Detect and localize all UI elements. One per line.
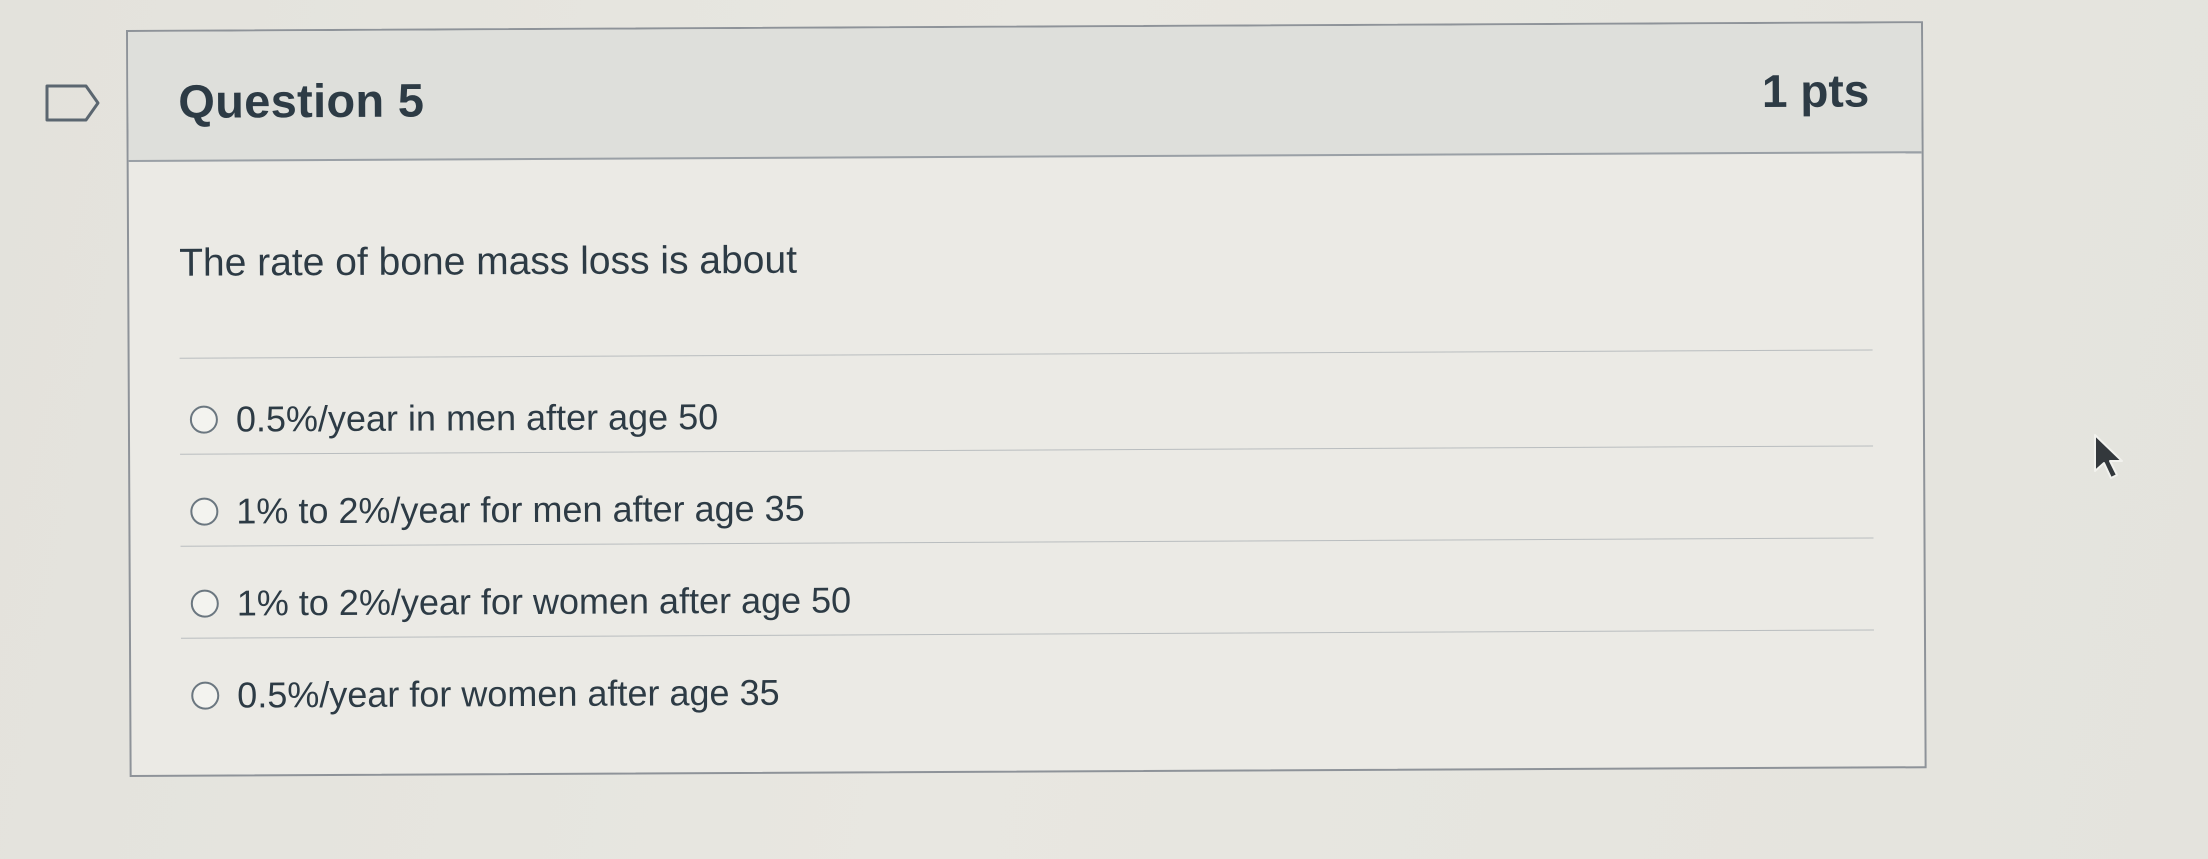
radio-empty-icon[interactable] xyxy=(191,681,220,710)
question-header: Question 5 1 pts xyxy=(128,23,1922,162)
answer-option-2[interactable]: 1% to 2%/year for men after age 35 xyxy=(190,479,805,542)
answer-option-3[interactable]: 1% to 2%/year for women after age 50 xyxy=(190,570,852,633)
answer-option-1[interactable]: 0.5%/year in men after age 50 xyxy=(189,387,719,450)
radio-empty-icon[interactable] xyxy=(190,497,219,526)
question-divider xyxy=(179,349,1873,359)
flag-question-icon[interactable] xyxy=(44,83,102,123)
radio-empty-icon[interactable] xyxy=(189,405,218,434)
question-text: The rate of bone mass loss is about xyxy=(179,238,798,285)
question-card: Question 5 1 pts The rate of bone mass l… xyxy=(126,21,1927,777)
answer-label: 1% to 2%/year for men after age 35 xyxy=(236,487,805,532)
answer-label: 1% to 2%/year for women after age 50 xyxy=(236,579,852,624)
mouse-pointer-icon xyxy=(2094,434,2123,479)
answer-label: 0.5%/year for women after age 35 xyxy=(237,671,780,716)
answer-label: 0.5%/year in men after age 50 xyxy=(235,396,719,440)
question-title: Question 5 xyxy=(178,73,425,128)
question-points: 1 pts xyxy=(1761,64,1870,118)
radio-empty-icon[interactable] xyxy=(190,589,219,618)
answer-option-4[interactable]: 0.5%/year for women after age 35 xyxy=(191,663,780,726)
